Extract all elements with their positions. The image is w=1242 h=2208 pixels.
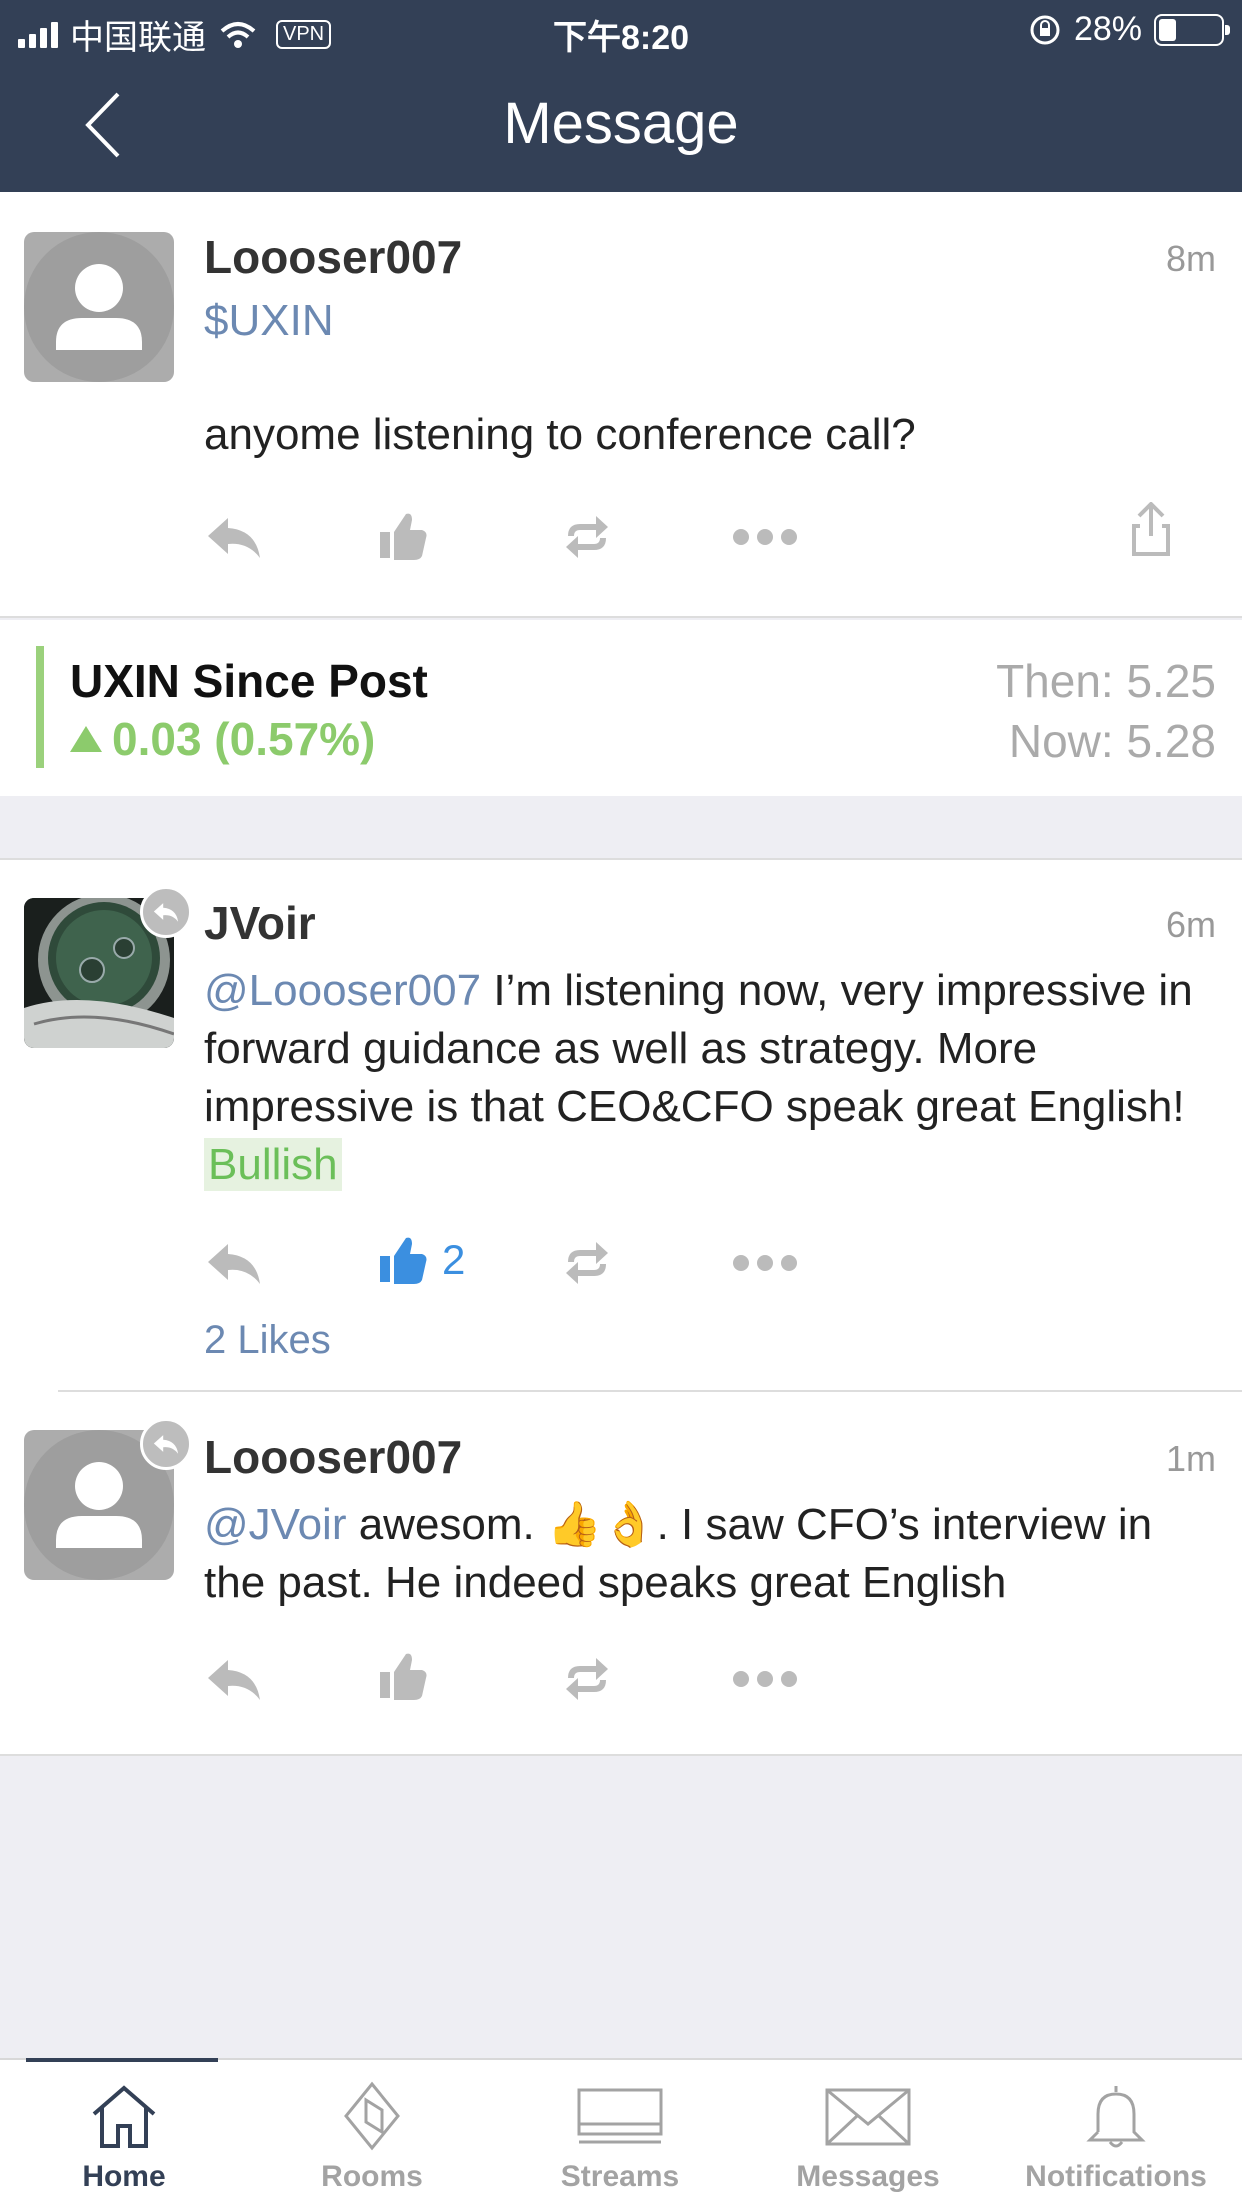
- reply-text: @JVoir awesom. 👍👌. I saw CFO’s interview…: [204, 1496, 1202, 1612]
- like-button[interactable]: 2: [378, 1234, 465, 1286]
- divider: [58, 1390, 1242, 1392]
- since-post-accent: [36, 646, 44, 768]
- mention-link[interactable]: @Loooser007: [204, 966, 481, 1015]
- streams-icon: [577, 2088, 663, 2144]
- tab-bar: Home Rooms Streams Messages Notification…: [0, 2058, 1242, 2208]
- reshare-icon[interactable]: [562, 512, 612, 562]
- battery-percent: 28%: [1073, 10, 1142, 48]
- reply-text: @Loooser007 I’m listening now, very impr…: [204, 962, 1202, 1194]
- since-post-title: UXIN Since Post: [70, 655, 428, 707]
- reply-icon[interactable]: [204, 512, 264, 562]
- rotation-lock-icon: [1030, 15, 1060, 44]
- sentiment-tag: Bullish: [204, 1138, 342, 1191]
- reply-time: 6m: [1165, 904, 1216, 945]
- since-post-panel: UXIN Since Post 0.03 (0.57%) Then: 5.25 …: [0, 620, 1242, 796]
- tab-rooms[interactable]: Rooms: [248, 2080, 496, 2194]
- like-count: 2: [442, 1236, 466, 1283]
- reply-indicator-icon: [153, 903, 179, 922]
- price-now: Now: 5.28: [1008, 715, 1216, 767]
- tab-label: Rooms: [321, 2160, 423, 2193]
- status-bar: 中国联通 VPN 下午8:20 28%: [0, 0, 1242, 60]
- tab-notifications[interactable]: Notifications: [992, 2080, 1240, 2194]
- emoji: 👍👌: [547, 1500, 657, 1549]
- price-change: 0.03 (0.57%): [70, 712, 375, 766]
- share-icon[interactable]: [1130, 502, 1172, 558]
- like-icon[interactable]: [378, 1650, 428, 1702]
- reply-time: 1m: [1165, 1438, 1216, 1479]
- page-title: Message: [503, 91, 739, 156]
- reply-icon[interactable]: [204, 1654, 264, 1704]
- reply-indicator-icon: [153, 1435, 179, 1454]
- tab-label: Home: [82, 2160, 166, 2193]
- tab-label: Messages: [796, 2160, 940, 2193]
- tab-streams[interactable]: Streams: [496, 2080, 744, 2194]
- post-ticker[interactable]: $UXIN: [204, 296, 334, 346]
- tab-home[interactable]: Home: [0, 2080, 248, 2194]
- tab-messages[interactable]: Messages: [744, 2080, 992, 2194]
- up-arrow-icon: [70, 726, 102, 752]
- post-time: 8m: [1165, 238, 1216, 279]
- more-icon[interactable]: [732, 528, 798, 546]
- reply-badge: [140, 1418, 192, 1470]
- reply-badge: [140, 886, 192, 938]
- mention-link[interactable]: @JVoir: [204, 1500, 346, 1549]
- more-icon[interactable]: [732, 1254, 798, 1272]
- notifications-icon: [1086, 2086, 1146, 2148]
- reply-username[interactable]: JVoir: [204, 896, 316, 950]
- home-icon: [92, 2085, 156, 2148]
- tab-label: Streams: [560, 2160, 680, 2193]
- nav-bar: Message: [0, 60, 1242, 192]
- avatar[interactable]: [24, 232, 174, 382]
- default-avatar-icon: [24, 232, 174, 382]
- post-username[interactable]: Loooser007: [204, 230, 462, 284]
- reply-body: awesom.: [346, 1500, 547, 1549]
- post-text: anyome listening to conference call?: [204, 410, 916, 459]
- like-icon: [380, 1237, 427, 1284]
- messages-icon: [825, 2088, 911, 2146]
- price-then: Then: 5.25: [996, 655, 1216, 707]
- reply-icon[interactable]: [204, 1238, 264, 1288]
- original-post: Loooser007 8m $UXIN anyome listening to …: [0, 192, 1242, 616]
- reshare-icon[interactable]: [562, 1654, 612, 1704]
- price-change-value: 0.03 (0.57%): [112, 713, 376, 765]
- tab-label: Notifications: [1025, 2160, 1207, 2193]
- likes-summary[interactable]: 2 Likes: [204, 1318, 331, 1363]
- active-tab-indicator: [26, 2058, 218, 2062]
- reply-username[interactable]: Loooser007: [204, 1430, 462, 1484]
- battery-icon: [1154, 13, 1230, 46]
- like-icon[interactable]: [378, 510, 428, 562]
- rooms-icon: [344, 2081, 400, 2151]
- replies-list: JVoir 6m @Loooser007 I’m listening now, …: [0, 858, 1242, 1756]
- more-icon[interactable]: [732, 1670, 798, 1688]
- divider: [0, 616, 1242, 618]
- reshare-icon[interactable]: [562, 1238, 612, 1288]
